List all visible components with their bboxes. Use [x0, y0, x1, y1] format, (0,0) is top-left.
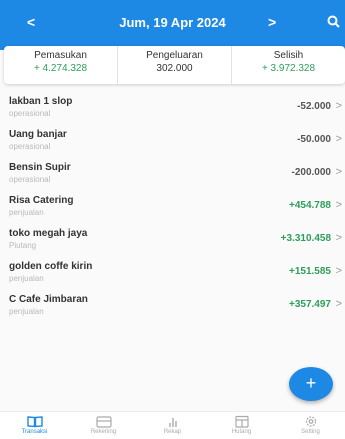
income-summary: Pemasukan + 4.274.328 — [4, 46, 118, 84]
transaction-amount: +454.788 — [289, 200, 331, 211]
nav-label-rekap: Rekap — [163, 429, 182, 435]
transaction-title: Risa Catering — [9, 195, 74, 206]
bar-chart-icon — [168, 418, 177, 427]
chevron-right-icon: > — [335, 265, 342, 277]
chevron-right-icon: > — [335, 133, 342, 145]
chevron-right-icon: > — [335, 199, 342, 211]
transaction-category: operasional — [9, 175, 51, 184]
transaction-title: Bensin Supir — [9, 162, 71, 173]
date-title[interactable]: Jum, 19 Apr 2024 — [0, 15, 345, 30]
expense-label: Pengeluaran — [146, 50, 203, 61]
transaction-category: operasional — [9, 142, 51, 151]
transaction-row[interactable]: Bensin Supir operasional -200.000 > — [0, 158, 345, 191]
transaction-amount: +151.585 — [289, 266, 331, 277]
expense-value: 302.000 — [156, 63, 193, 74]
difference-summary: Selisih + 3.972.328 — [232, 46, 345, 84]
transaction-row[interactable]: toko megah jaya Piutang +3.310.458 > — [0, 224, 345, 257]
book-icon — [26, 416, 43, 428]
transaction-amount: +3.310.458 — [280, 233, 331, 244]
summary-card: Pemasukan + 4.274.328 Pengeluaran 302.00… — [4, 46, 345, 84]
transaction-list: lakban 1 slop operasional -52.000 > Uang… — [0, 92, 345, 323]
transaction-row[interactable]: Uang banjar operasional -50.000 > — [0, 125, 345, 158]
transaction-category: operasional — [9, 109, 51, 118]
transaction-title: golden coffe kirin — [9, 261, 93, 272]
transaction-title: C Cafe Jimbaran — [9, 294, 88, 305]
add-transaction-button[interactable]: + — [289, 367, 333, 401]
transaction-category: penjualan — [9, 208, 44, 217]
chevron-right-icon: > — [335, 232, 342, 244]
transaction-amount: -52.000 — [297, 101, 331, 112]
income-label: Pemasukan — [34, 50, 87, 61]
wallet-icon — [95, 416, 112, 428]
nav-label-setting: Setting — [301, 429, 320, 435]
transaction-row[interactable]: Risa Catering penjualan +454.788 > — [0, 191, 345, 224]
transaction-amount: -200.000 — [291, 167, 331, 178]
bottom-nav: Transaksi Rekening Rekap Hutang Setting — [0, 411, 345, 439]
transaction-title: lakban 1 slop — [9, 96, 73, 107]
gear-icon — [305, 416, 316, 427]
nav-item-rekap[interactable]: Rekap — [138, 412, 207, 439]
nav-item-setting[interactable]: Setting — [276, 412, 345, 439]
chevron-right-icon: > — [335, 298, 342, 310]
date-header: < Jum, 19 Apr 2024 > — [0, 0, 345, 50]
transaction-row[interactable]: lakban 1 slop operasional -52.000 > — [0, 92, 345, 125]
difference-label: Selisih — [273, 50, 304, 61]
transaction-row[interactable]: golden coffe kirin penjualan +151.585 > — [0, 257, 345, 290]
transaction-category: penjualan — [9, 307, 44, 316]
nav-item-transaksi[interactable]: Transaksi — [0, 412, 69, 439]
nav-label-transaksi: Transaksi — [21, 429, 48, 435]
difference-value: + 3.972.328 — [261, 63, 316, 74]
transaction-amount: +357.497 — [289, 299, 331, 310]
search-icon[interactable] — [326, 14, 342, 30]
nav-label-rekening: Rekening — [90, 429, 117, 435]
transaction-category: penjualan — [9, 274, 44, 283]
nav-item-hutang[interactable]: Hutang — [207, 412, 276, 439]
income-value: + 4.274.328 — [33, 63, 88, 74]
ledger-icon — [234, 415, 249, 428]
chevron-right-icon: > — [335, 166, 342, 178]
next-day-button[interactable]: > — [268, 14, 276, 30]
transaction-title: Uang banjar — [9, 129, 67, 140]
nav-label-hutang: Hutang — [231, 429, 252, 435]
transaction-title: toko megah jaya — [9, 228, 88, 239]
chevron-right-icon: > — [335, 100, 342, 112]
nav-item-rekening[interactable]: Rekening — [69, 412, 138, 439]
expense-summary: Pengeluaran 302.000 — [118, 46, 232, 84]
transaction-amount: -50.000 — [297, 134, 331, 145]
transaction-category: Piutang — [9, 241, 37, 250]
transaction-row[interactable]: C Cafe Jimbaran penjualan +357.497 > — [0, 290, 345, 323]
app-root: < Jum, 19 Apr 2024 > Pemasukan + 4.274.3… — [0, 0, 345, 439]
